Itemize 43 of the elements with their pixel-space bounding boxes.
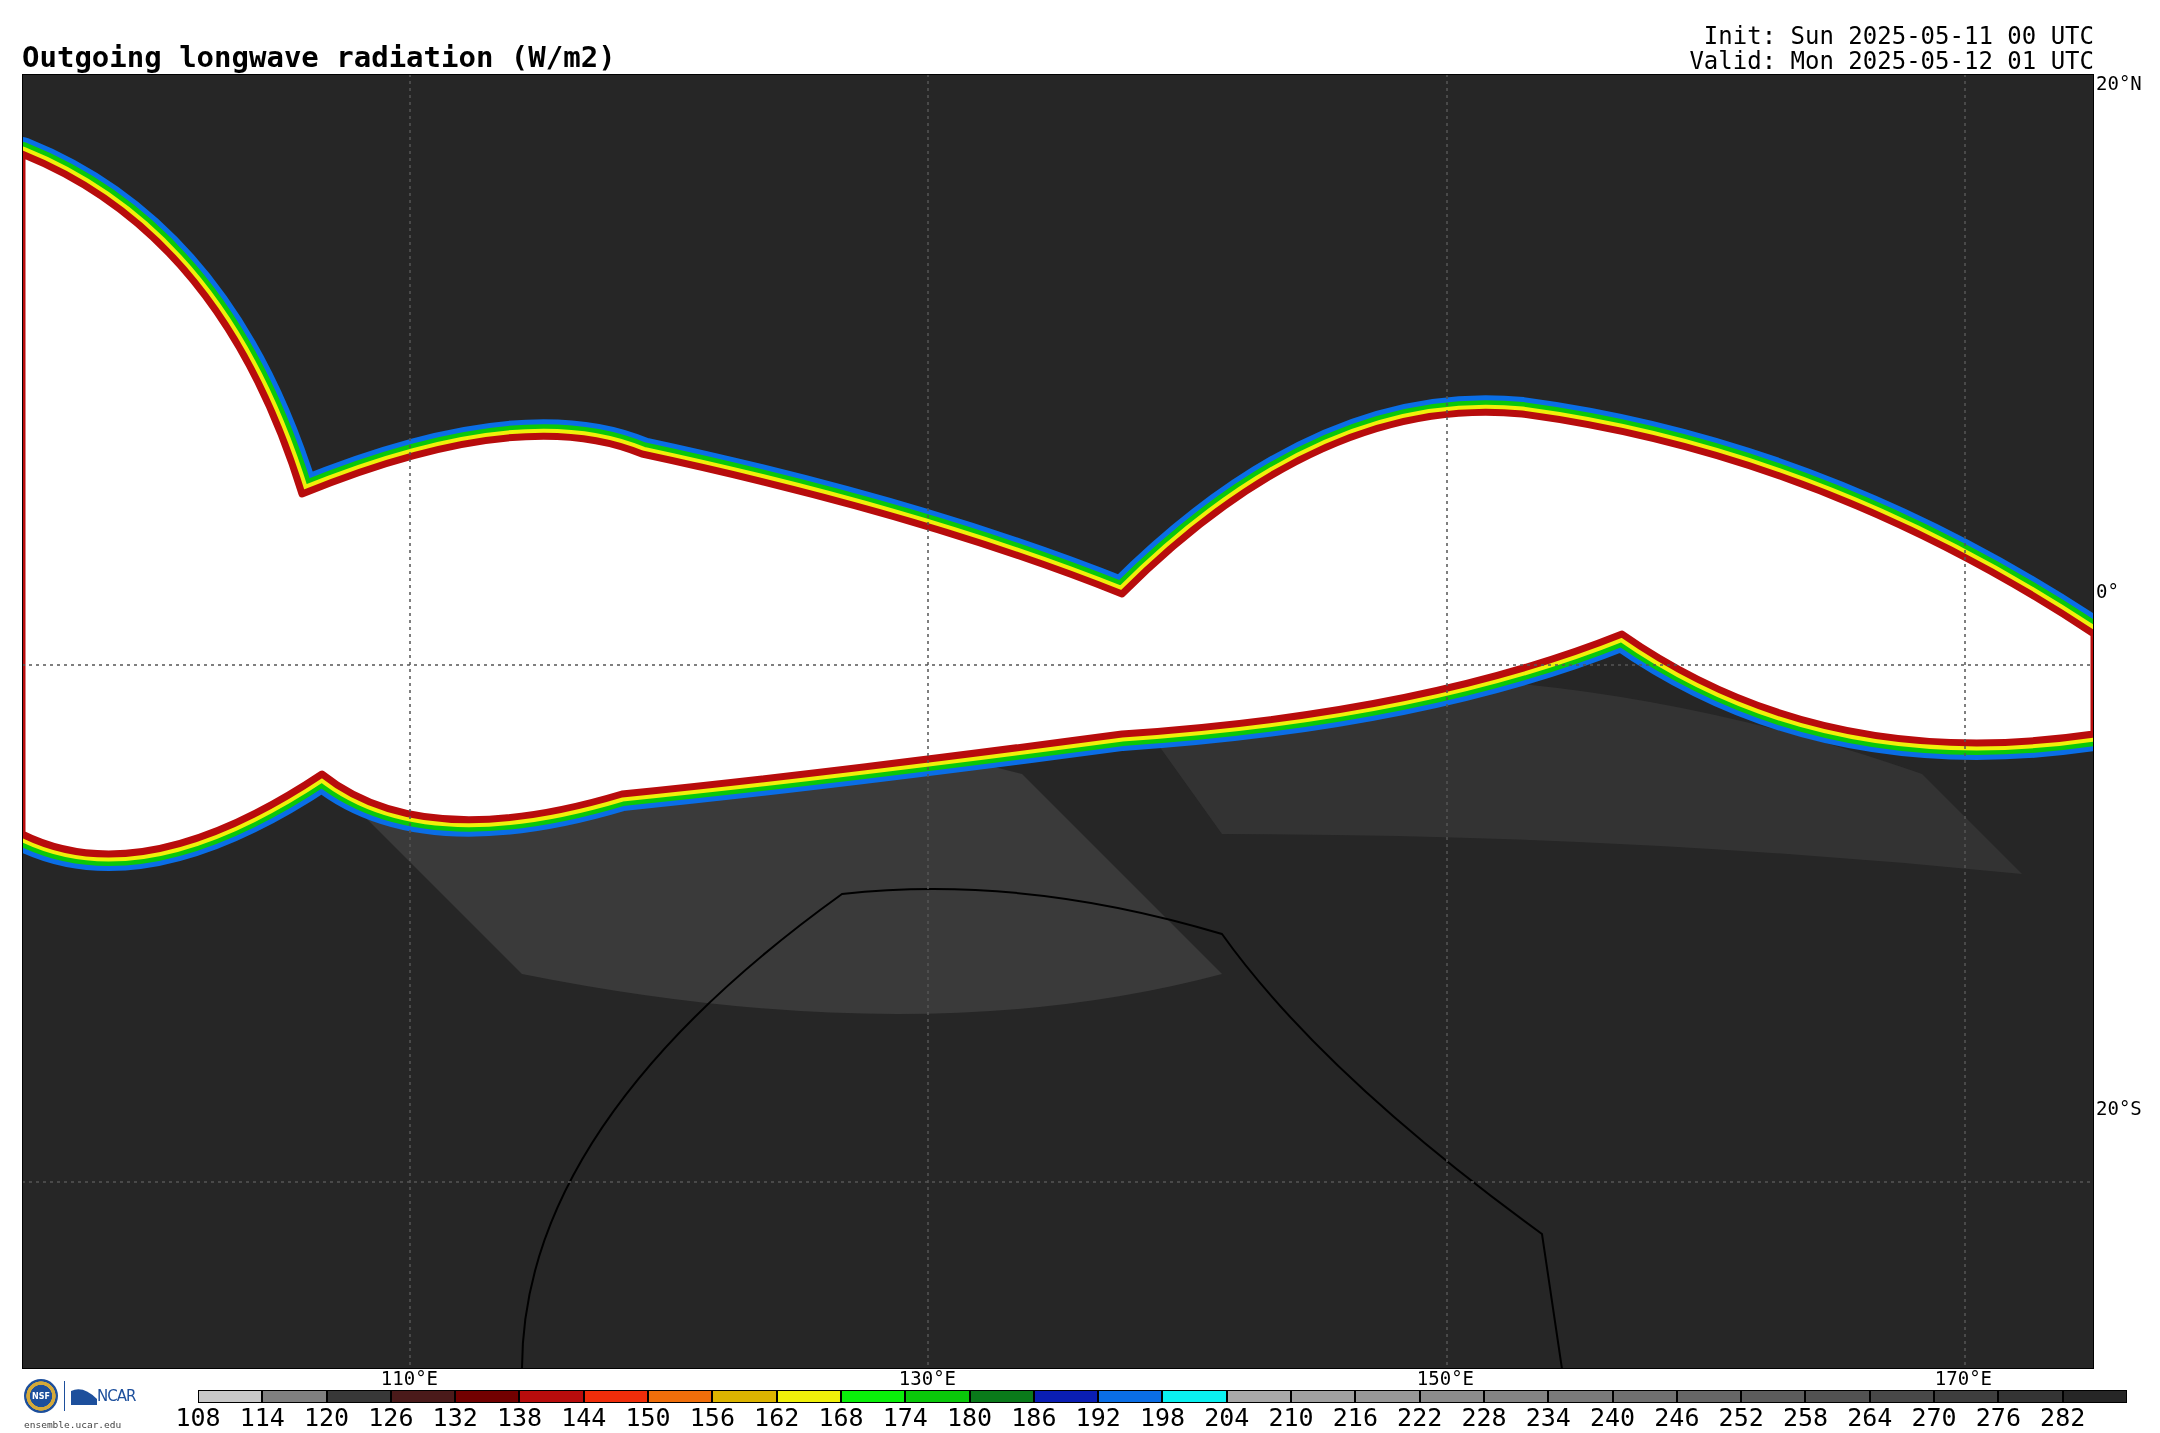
longitude-label: 130°E xyxy=(898,1369,957,1388)
latitude-label: 0° xyxy=(2096,581,2119,601)
valid-time: Valid: Mon 2025-05-12 01 UTC xyxy=(1689,48,2094,74)
init-time: Init: Sun 2025-05-11 00 UTC xyxy=(1703,23,2094,49)
colorbar-label: 234 xyxy=(1525,1405,1571,1430)
nsf-logo: NSF xyxy=(24,1379,58,1413)
longitude-label: 170°E xyxy=(1934,1369,1993,1388)
colorbar-label: 120 xyxy=(304,1405,350,1430)
longitude-label: 150°E xyxy=(1416,1369,1475,1388)
colorbar-label: 144 xyxy=(561,1405,607,1430)
colorbar-label: 156 xyxy=(689,1405,735,1430)
longitude-label: 110°E xyxy=(380,1369,439,1388)
colorbar-label: 174 xyxy=(882,1405,928,1430)
colorbar-label: 246 xyxy=(1654,1405,1700,1430)
colorbar-label: 180 xyxy=(947,1405,993,1430)
colorbar-label: 198 xyxy=(1139,1405,1186,1430)
colorbar-label: 138 xyxy=(496,1405,543,1430)
latitude-label: 20°S xyxy=(2096,1098,2142,1118)
colorbar-label: 162 xyxy=(754,1405,800,1430)
website-url: ensemble.ucar.edu xyxy=(24,1419,122,1430)
colorbar-label: 252 xyxy=(1718,1405,1764,1430)
chart-title: Outgoing longwave radiation (W/m2) xyxy=(22,43,616,72)
colorbar-label: 150 xyxy=(625,1405,671,1430)
colorbar-label: 204 xyxy=(1204,1405,1250,1430)
colorbar-label: 210 xyxy=(1268,1405,1314,1430)
colorbar-label: 222 xyxy=(1397,1405,1443,1430)
colorbar-label: 114 xyxy=(239,1405,285,1430)
colorbar-label: 240 xyxy=(1590,1405,1636,1430)
ncar-logo: NCAR xyxy=(71,1387,136,1405)
colorbar-label: 108 xyxy=(175,1405,221,1430)
colorbar-label: 216 xyxy=(1332,1405,1378,1430)
colorbar-label: 126 xyxy=(368,1405,414,1430)
colorbar-label: 258 xyxy=(1782,1405,1829,1430)
colorbar-label: 282 xyxy=(2040,1405,2086,1430)
colorbar-label: 264 xyxy=(1847,1405,1893,1430)
colorbar-label: 192 xyxy=(1075,1405,1121,1430)
colorbar-label: 132 xyxy=(432,1405,478,1430)
latitude-label: 20°N xyxy=(2096,74,2142,93)
colorbar-label: 270 xyxy=(1911,1405,1957,1430)
colorbar-label: 186 xyxy=(1011,1405,1057,1430)
colorbar-label: 276 xyxy=(1975,1405,2021,1430)
colorbar-label: 228 xyxy=(1461,1405,1507,1430)
colorbar-label: 168 xyxy=(818,1405,864,1430)
